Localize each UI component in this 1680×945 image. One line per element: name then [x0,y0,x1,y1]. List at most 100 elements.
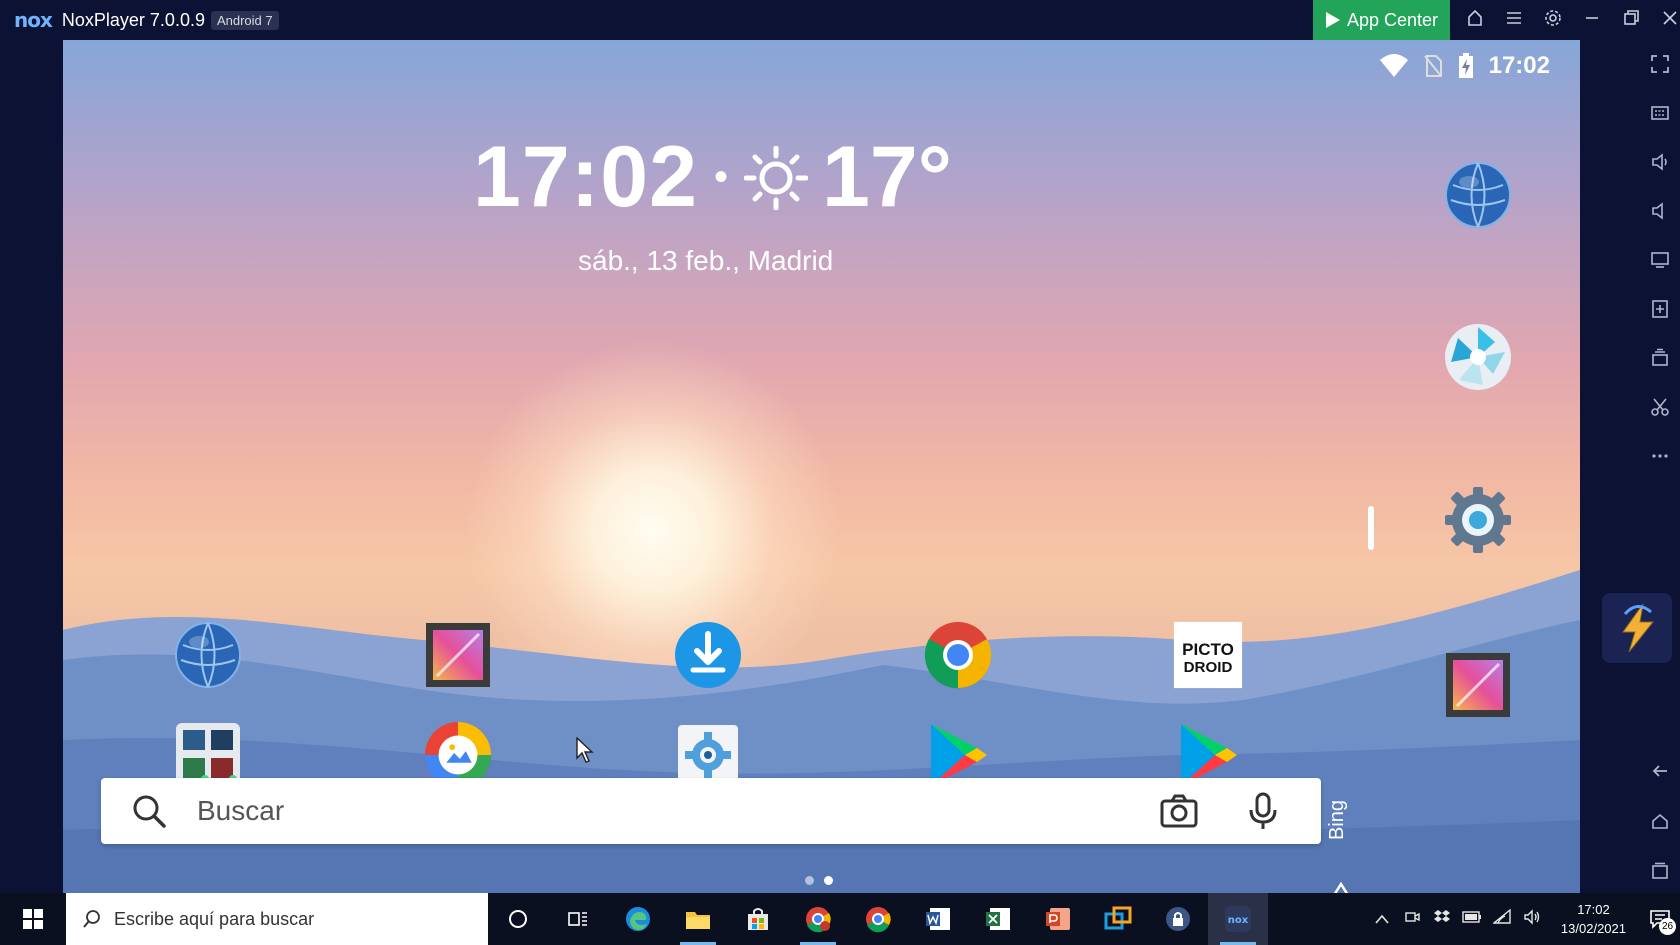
battery-charging-icon [1458,53,1473,78]
remote-desktop-taskbar-button[interactable] [1088,893,1148,945]
microphone-icon[interactable] [1243,791,1283,831]
store-icon [748,908,768,930]
menu-icon[interactable] [1494,9,1533,32]
bing-label: Bing [1326,800,1348,841]
nox-logo: nox [14,8,53,32]
widget-separator: • [713,155,728,199]
chrome-taskbar-button[interactable] [848,893,908,945]
restore-icon[interactable] [1611,9,1650,32]
battery-icon[interactable] [1457,910,1487,928]
keyboard-icon[interactable] [1646,99,1674,127]
play-icon [1325,12,1340,28]
search-icon [133,795,166,828]
sun-weather-icon [743,145,808,210]
home-icon[interactable] [1455,9,1494,32]
nox-taskbar-label: nox [1228,915,1249,926]
nox-player-window: nox NoxPlayer 7.0.0.9 Android 7 App Cent… [0,0,1680,945]
drawer-handle[interactable] [1368,506,1374,550]
cortana-button[interactable] [488,893,548,945]
title-bar: nox NoxPlayer 7.0.0.9 Android 7 App Cent… [0,0,1680,40]
speaker-icon[interactable] [1517,909,1547,929]
scissors-icon[interactable] [1646,393,1674,421]
chrome-icon [866,907,891,933]
pictodroid-icon[interactable]: PICTO DROID [1173,620,1243,690]
word-icon [926,908,950,930]
back-icon[interactable] [1646,757,1674,785]
volume-up-icon[interactable] [1646,148,1674,176]
taskbar-clock[interactable]: 17:02 13/02/2021 [1561,900,1626,938]
word-taskbar-button[interactable] [908,893,968,945]
mouse-cursor-icon [576,737,594,763]
edge-taskbar-button[interactable] [608,893,668,945]
browser-globe-icon[interactable] [173,620,243,690]
powerpoint-icon [1046,908,1070,930]
task-view-icon [568,912,587,926]
fullscreen-icon[interactable] [1646,50,1674,78]
start-button[interactable] [0,893,66,945]
no-sim-icon [1423,55,1442,77]
gallery-icon[interactable] [1443,650,1513,720]
folder-icon [686,912,710,929]
android-home-screen[interactable]: 17:02 17:02 • 17° sáb., 13 feb., Madrid [63,40,1580,893]
search-input[interactable]: Buscar [197,795,1159,827]
minimize-icon[interactable] [1572,9,1611,32]
lock-icon [1166,907,1190,931]
remote-desktop-icon [1104,906,1132,930]
camera-aperture-icon[interactable] [1443,322,1513,392]
gallery-icon[interactable] [423,620,493,690]
windows-logo-icon [23,909,43,929]
excel-icon [986,908,1010,930]
powerpoint-taskbar-button[interactable] [1028,893,1088,945]
settings-gear-icon[interactable] [1443,485,1513,555]
pictodroid-label-2: DROID [1184,659,1233,676]
browser-globe-icon[interactable] [1443,160,1513,230]
network-icon[interactable] [1487,908,1517,929]
add-apk-icon[interactable] [1646,295,1674,323]
windows-taskbar: Escribe aquí para buscar nox 17:02 13/02… [0,893,1680,945]
app-center-button[interactable]: App Center [1313,0,1450,40]
edge-icon [626,907,650,931]
chevron-up-icon[interactable] [1367,911,1397,928]
boost-bolt-icon[interactable] [1602,593,1672,663]
android-status-bar: 17:02 [1379,48,1550,84]
pictodroid-label-1: PICTO [1182,640,1234,659]
store-taskbar-button[interactable] [728,893,788,945]
vpn-taskbar-button[interactable] [1148,893,1208,945]
bing-logo-icon [1333,882,1349,893]
page-dot-active[interactable] [824,876,833,885]
app-center-label: App Center [1346,9,1439,30]
chrome-icon[interactable] [923,620,993,690]
gear-icon[interactable] [1533,9,1572,32]
meet-now-icon[interactable] [1397,909,1427,929]
page-indicator [805,876,833,885]
bing-search-bar[interactable]: Buscar [101,778,1321,844]
download-icon[interactable] [673,620,743,690]
android-home-icon[interactable] [1646,808,1674,836]
widget-date: sáb., 13 feb., Madrid [578,245,834,276]
task-view-button[interactable] [548,893,608,945]
close-icon[interactable] [1650,9,1680,32]
notification-count-badge: 26 [1659,918,1676,935]
left-frame [0,40,63,893]
excel-taskbar-button[interactable] [968,893,1028,945]
taskbar-date: 13/02/2021 [1560,921,1626,936]
multi-instance-icon[interactable] [1646,344,1674,372]
chrome-icon [806,907,831,933]
nox-taskbar-button[interactable]: nox [1208,893,1268,945]
chrome-profile-taskbar-button[interactable] [788,893,848,945]
volume-down-icon[interactable] [1646,197,1674,225]
clock-weather-widget[interactable]: 17:02 • 17° [473,128,952,227]
dropbox-icon[interactable] [1427,909,1457,929]
recent-apps-icon[interactable] [1646,857,1674,885]
taskbar-search-box[interactable]: Escribe aquí para buscar [66,893,488,945]
action-center-button[interactable]: 26 [1640,893,1680,945]
camera-icon[interactable] [1159,791,1199,831]
widget-temperature: 17° [821,129,953,225]
file-explorer-taskbar-button[interactable] [668,893,728,945]
screen-icon[interactable] [1646,246,1674,274]
nox-icon: nox [1225,906,1251,932]
system-tray: 17:02 13/02/2021 26 [1367,893,1680,945]
more-icon[interactable] [1646,442,1674,470]
page-dot[interactable] [805,876,814,885]
cortana-icon [509,910,527,928]
